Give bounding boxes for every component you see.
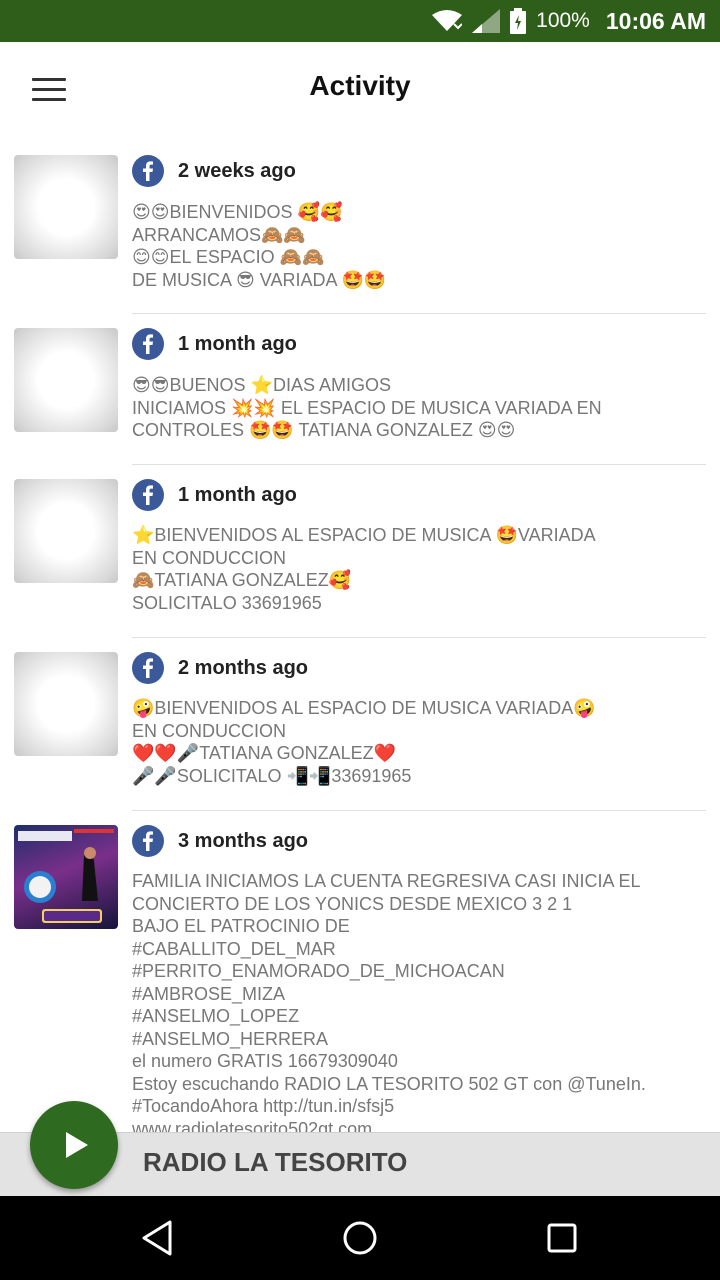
play-icon (66, 1132, 88, 1158)
home-icon[interactable] (336, 1214, 384, 1262)
post-text: ⭐BIENVENIDOS AL ESPACIO DE MUSICA 🤩VARIA… (132, 525, 596, 613)
facebook-icon (132, 825, 164, 857)
post-text: 😎😎BUENOS ⭐DIAS AMIGOS INICIAMOS 💥💥 EL ES… (132, 375, 602, 440)
post-time: 2 months ago (178, 657, 309, 679)
post-text: 😍😍BIENVENIDOS 🥰🥰 ARRANCAMOS🙈🙈 😊😊EL ESPAC… (132, 202, 387, 290)
post-thumbnail[interactable] (14, 328, 118, 432)
app-bar: Activity (0, 42, 720, 138)
post-thumbnail[interactable] (14, 652, 118, 756)
back-icon[interactable] (134, 1214, 182, 1262)
post-text: FAMILIA INICIAMOS LA CUENTA REGRESIVA CA… (132, 871, 646, 1132)
play-button[interactable] (30, 1101, 118, 1189)
wifi-icon (432, 10, 463, 31)
recent-apps-icon[interactable] (538, 1214, 586, 1262)
divider (132, 637, 706, 638)
battery-percentage: 100% (536, 9, 590, 32)
post-time: 1 month ago (178, 333, 297, 355)
post-time: 2 weeks ago (178, 160, 296, 182)
post-thumbnail[interactable] (14, 479, 118, 583)
divider (132, 464, 706, 465)
divider (132, 810, 706, 811)
status-bar: 100% 10:06 AM (0, 0, 720, 42)
post-thumbnail[interactable] (14, 155, 118, 259)
concert-poster-thumbnail[interactable] (14, 825, 118, 929)
post-time: 1 month ago (178, 484, 297, 506)
post-text: 🤪BIENVENIDOS AL ESPACIO DE MUSICA VARIAD… (132, 698, 596, 786)
station-name: RADIO LA TESORITO (143, 1147, 408, 1177)
clock: 10:06 AM (605, 7, 706, 34)
facebook-icon (132, 155, 164, 187)
battery-icon (510, 8, 527, 34)
post-time: 3 months ago (178, 830, 309, 852)
facebook-icon (132, 479, 164, 511)
signal-icon (472, 9, 501, 33)
facebook-icon (132, 328, 164, 360)
facebook-icon (132, 652, 164, 684)
system-navigation-bar (0, 1196, 720, 1280)
page-title: Activity (309, 70, 411, 101)
divider (132, 313, 706, 314)
activity-feed[interactable]: 2 weeks ago 😍😍BIENVENIDOS 🥰🥰 ARRANCAMOS🙈… (0, 138, 720, 1132)
